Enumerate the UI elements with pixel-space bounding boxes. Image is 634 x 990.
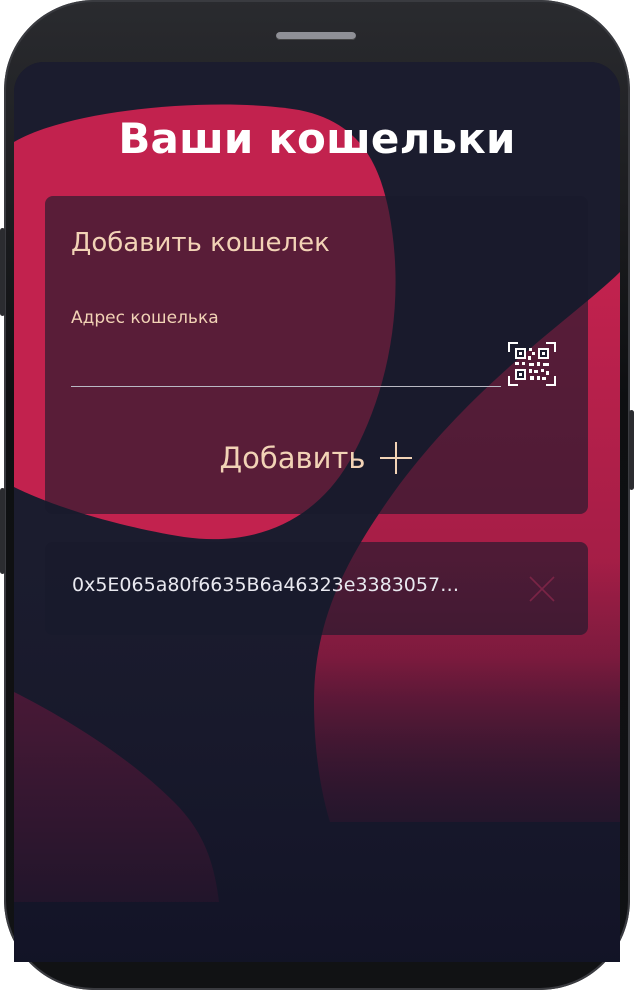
earpiece-speaker xyxy=(276,32,356,40)
volume-button xyxy=(0,228,5,316)
add-wallet-button[interactable]: Добавить xyxy=(45,434,588,482)
wallet-address-text: 0x5E065a80f6635B6a46323e3383057… xyxy=(72,574,460,596)
add-wallet-title: Добавить кошелек xyxy=(71,228,330,258)
bixby-button xyxy=(0,488,5,574)
app-screen: Ваши кошельки Добавить кошелек Адрес кош… xyxy=(14,62,620,962)
wallet-address-label: Адрес кошелька xyxy=(71,308,219,328)
page-title: Ваши кошельки xyxy=(118,114,516,163)
close-icon[interactable] xyxy=(528,575,556,603)
qr-code-icon[interactable] xyxy=(508,342,556,386)
input-underline xyxy=(71,386,501,387)
phone-frame: Ваши кошельки Добавить кошелек Адрес кош… xyxy=(0,0,634,990)
plus-icon xyxy=(380,442,413,474)
add-wallet-card: Добавить кошелек Адрес кошелька Добавить xyxy=(45,196,588,514)
wallet-list-item: 0x5E065a80f6635B6a46323e3383057… xyxy=(45,542,588,635)
wallet-address-input[interactable] xyxy=(71,346,501,384)
power-button xyxy=(629,410,634,490)
add-button-label: Добавить xyxy=(219,441,366,475)
